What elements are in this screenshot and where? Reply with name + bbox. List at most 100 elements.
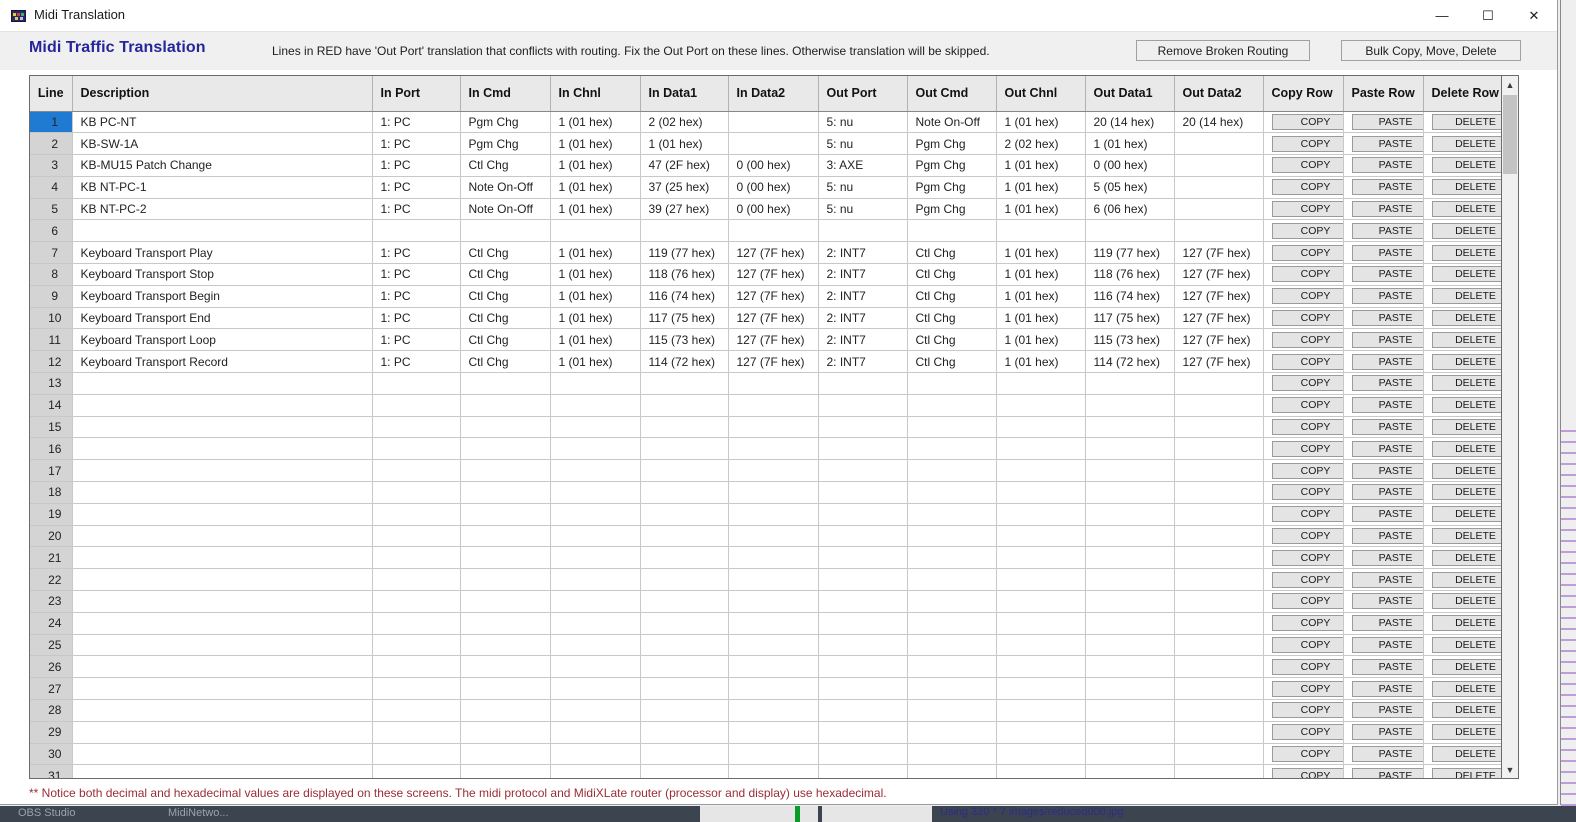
cell-out-chnl[interactable] [996,546,1086,570]
table-row[interactable]: 3 KB-MU15 Patch Change 1: PC Ctl Chg 1 (01 h… [30,154,1502,177]
cell-out-cmd[interactable] [907,219,997,243]
bulk-copy-move-delete-button[interactable]: Bulk Copy, Move, Delete [1341,40,1521,61]
cell-in-chnl[interactable] [550,721,641,744]
cell-in-chnl[interactable]: 1 (01 hex) [550,241,641,265]
cell-description[interactable]: KB-SW-1A [72,132,373,156]
cell-in-data1[interactable] [640,525,729,548]
cell-out-cmd[interactable] [907,655,997,679]
delete-row-button[interactable]: DELETE [1431,767,1502,778]
cell-in-data2[interactable] [728,459,819,483]
cell-out-cmd[interactable] [907,437,997,461]
cell-out-cmd[interactable] [907,481,997,504]
cell-out-data2[interactable] [1174,655,1264,679]
cell-in-port[interactable]: 1: PC [372,241,461,265]
cell-out-cmd[interactable]: Note On-Off [907,111,997,134]
cell-out-chnl[interactable] [996,372,1086,395]
cell-out-chnl[interactable] [996,219,1086,243]
cell-out-data1[interactable]: 118 (76 hex) [1085,263,1175,286]
delete-row-button[interactable]: DELETE [1431,440,1502,457]
cell-description[interactable] [72,721,373,744]
cell-out-port[interactable]: 2: INT7 [818,328,908,352]
cell-out-data1[interactable] [1085,394,1175,417]
cell-in-data1[interactable]: 116 (74 hex) [640,285,729,308]
cell-out-cmd[interactable] [907,394,997,417]
cell-in-port[interactable] [372,655,461,679]
delete-row-button[interactable]: DELETE [1431,658,1502,675]
cell-out-cmd[interactable]: Ctl Chg [907,241,997,265]
cell-out-port[interactable] [818,372,908,395]
cell-in-data2[interactable] [728,525,819,548]
cell-in-port[interactable]: 1: PC [372,285,461,308]
delete-row-button[interactable]: DELETE [1431,135,1502,152]
cell-in-data1[interactable] [640,394,729,417]
cell-out-port[interactable] [818,394,908,417]
cell-out-data2[interactable] [1174,764,1264,778]
delete-row-button[interactable]: DELETE [1431,593,1502,610]
paste-row-button[interactable]: PASTE [1351,440,1422,457]
copy-row-button[interactable]: COPY [1271,528,1342,545]
cell-in-data1[interactable]: 2 (02 hex) [640,111,729,134]
cell-in-port[interactable]: 1: PC [372,154,461,177]
cell-in-chnl[interactable] [550,525,641,548]
maximize-button[interactable]: ☐ [1465,0,1511,31]
cell-in-chnl[interactable] [550,416,641,439]
copy-row-button[interactable]: COPY [1271,484,1342,501]
cell-out-cmd[interactable] [907,677,997,701]
table-row[interactable]: 11 Keyboard Transport Loop 1: PC Ctl Chg 1 (… [30,328,1502,352]
cell-description[interactable] [72,699,373,722]
cell-out-cmd[interactable] [907,372,997,395]
taskbar-item-obs-studio[interactable]: OBS Studio [18,807,75,819]
cell-in-port[interactable] [372,437,461,461]
delete-row-button[interactable]: DELETE [1431,528,1502,545]
cell-out-chnl[interactable] [996,721,1086,744]
delete-row-button[interactable]: DELETE [1431,244,1502,261]
delete-row-button[interactable]: DELETE [1431,484,1502,501]
cell-out-data2[interactable] [1174,219,1264,243]
table-row[interactable]: 27 COPY PASTE DELETE [30,677,1502,701]
cell-out-port[interactable] [818,699,908,722]
cell-in-data1[interactable]: 118 (76 hex) [640,263,729,286]
cell-in-cmd[interactable]: Ctl Chg [460,263,551,286]
copy-row-button[interactable]: COPY [1271,375,1342,392]
delete-row-button[interactable]: DELETE [1431,353,1502,370]
cell-out-chnl[interactable]: 1 (01 hex) [996,111,1086,134]
cell-out-cmd[interactable]: Pgm Chg [907,132,997,156]
scroll-down-arrow-icon[interactable]: ▼ [1502,761,1518,778]
cell-description[interactable] [72,459,373,483]
cell-out-data1[interactable]: 119 (77 hex) [1085,241,1175,265]
cell-in-chnl[interactable]: 1 (01 hex) [550,111,641,134]
scroll-up-arrow-icon[interactable]: ▲ [1502,76,1518,93]
cell-out-port[interactable] [818,503,908,526]
cell-in-data1[interactable] [640,590,729,613]
cell-in-cmd[interactable] [460,612,551,635]
table-row[interactable]: 7 Keyboard Transport Play 1: PC Ctl Chg 1 (0… [30,241,1502,265]
cell-in-data2[interactable] [728,634,819,657]
cell-in-port[interactable]: 1: PC [372,350,461,374]
cell-out-data1[interactable]: 115 (73 hex) [1085,328,1175,352]
cell-in-cmd[interactable] [460,372,551,395]
cell-in-chnl[interactable] [550,634,641,657]
paste-row-button[interactable]: PASTE [1351,244,1422,261]
cell-out-cmd[interactable]: Ctl Chg [907,307,997,330]
cell-in-chnl[interactable]: 1 (01 hex) [550,198,641,221]
cell-out-port[interactable] [818,743,908,766]
cell-out-data1[interactable] [1085,416,1175,439]
cell-out-chnl[interactable]: 1 (01 hex) [996,350,1086,374]
table-row[interactable]: 8 Keyboard Transport Stop 1: PC Ctl Chg 1 (0… [30,263,1502,286]
cell-out-data1[interactable] [1085,634,1175,657]
cell-in-cmd[interactable]: Pgm Chg [460,132,551,156]
cell-out-data1[interactable] [1085,481,1175,504]
cell-description[interactable]: Keyboard Transport Play [72,241,373,265]
paste-row-button[interactable]: PASTE [1351,375,1422,392]
copy-row-button[interactable]: COPY [1271,615,1342,632]
cell-in-cmd[interactable] [460,590,551,613]
cell-out-data2[interactable] [1174,634,1264,657]
cell-out-data2[interactable] [1174,721,1264,744]
cell-out-cmd[interactable]: Ctl Chg [907,328,997,352]
cell-out-chnl[interactable]: 1 (01 hex) [996,307,1086,330]
cell-in-data2[interactable] [728,481,819,504]
cell-out-data1[interactable]: 6 (06 hex) [1085,198,1175,221]
cell-in-chnl[interactable]: 1 (01 hex) [550,285,641,308]
cell-in-data2[interactable] [728,394,819,417]
paste-row-button[interactable]: PASTE [1351,615,1422,632]
